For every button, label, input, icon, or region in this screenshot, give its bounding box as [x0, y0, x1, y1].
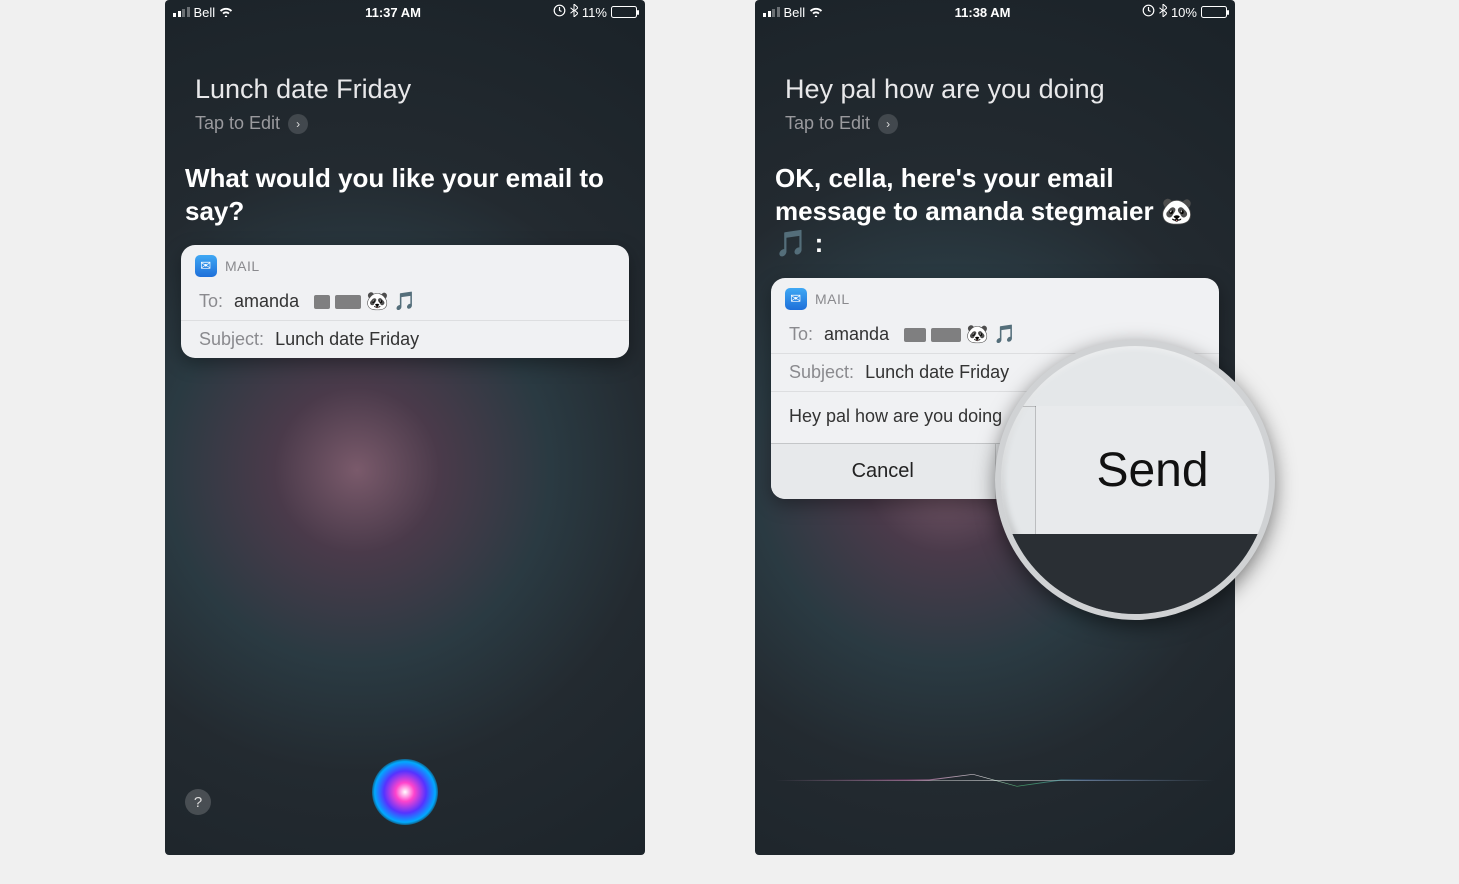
mail-subject-value: Lunch date Friday — [275, 329, 419, 349]
user-utterance[interactable]: Hey pal how are you doing — [785, 74, 1205, 105]
carrier-label: Bell — [194, 5, 216, 20]
mail-app-label: MAIL — [815, 291, 850, 307]
mail-app-label: MAIL — [225, 258, 260, 274]
status-bar: Bell 11:38 AM 10% — [755, 0, 1235, 24]
mail-to-label: To: — [789, 324, 813, 344]
help-button[interactable]: ? — [185, 789, 211, 815]
carrier-label: Bell — [784, 5, 806, 20]
tap-to-edit-button[interactable]: Tap to Edit › — [785, 113, 1205, 134]
wifi-icon — [809, 5, 823, 20]
signal-icon — [763, 7, 780, 17]
battery-icon — [1201, 6, 1227, 18]
user-utterance[interactable]: Lunch date Friday — [195, 74, 615, 105]
question-mark-icon: ? — [194, 794, 202, 811]
mail-subject-value: Lunch date Friday — [865, 362, 1009, 382]
battery-pct-label: 11% — [582, 5, 607, 20]
orientation-lock-icon — [553, 4, 566, 20]
mail-card-header: ✉︎ MAIL — [181, 245, 629, 283]
bluetooth-icon — [1159, 4, 1167, 20]
phone-screen-left: Bell 11:37 AM 11% Lunch date Friday Tap … — [165, 0, 645, 855]
mail-to-value: amanda — [234, 291, 299, 311]
send-button-magnified[interactable]: Send — [1036, 406, 1269, 534]
tap-to-edit-button[interactable]: Tap to Edit › — [195, 113, 615, 134]
wifi-icon — [219, 5, 233, 20]
cancel-button[interactable]: Cancel — [771, 444, 995, 499]
mail-subject-row: Subject: Lunch date Friday — [181, 321, 629, 358]
status-bar: Bell 11:37 AM 11% — [165, 0, 645, 24]
clock-label: 11:38 AM — [955, 5, 1011, 20]
mail-subject-label: Subject: — [789, 362, 854, 382]
tap-to-edit-label: Tap to Edit — [195, 113, 280, 134]
mail-to-emoji: 🐼 🎵 — [366, 291, 416, 311]
mail-to-label: To: — [199, 291, 223, 311]
chevron-right-icon: › — [878, 114, 898, 134]
tap-to-edit-label: Tap to Edit — [785, 113, 870, 134]
mail-subject-label: Subject: — [199, 329, 264, 349]
battery-icon — [611, 6, 637, 18]
siri-response: What would you like your email to say? — [185, 162, 625, 227]
magnifier-callout: Send — [995, 340, 1275, 620]
mail-card[interactable]: ✉︎ MAIL To: amanda 🐼 🎵 Subject: Lunch da… — [181, 245, 629, 358]
siri-response: OK, cella, here's your email message to … — [775, 162, 1215, 260]
chevron-right-icon: › — [288, 114, 308, 134]
mail-to-row: To: amanda 🐼 🎵 — [181, 283, 629, 321]
bluetooth-icon — [570, 4, 578, 20]
siri-waveform-icon[interactable] — [775, 765, 1215, 795]
orientation-lock-icon — [1142, 4, 1155, 20]
mail-app-icon: ✉︎ — [195, 255, 217, 277]
battery-pct-label: 10% — [1171, 5, 1197, 20]
mail-card-header: ✉︎ MAIL — [771, 278, 1219, 316]
mail-to-emoji: 🐼 🎵 — [966, 324, 1016, 344]
mail-app-icon: ✉︎ — [785, 288, 807, 310]
clock-label: 11:37 AM — [365, 5, 421, 20]
signal-icon — [173, 7, 190, 17]
mail-to-value: amanda — [824, 324, 889, 344]
siri-orb-icon[interactable] — [372, 759, 438, 825]
